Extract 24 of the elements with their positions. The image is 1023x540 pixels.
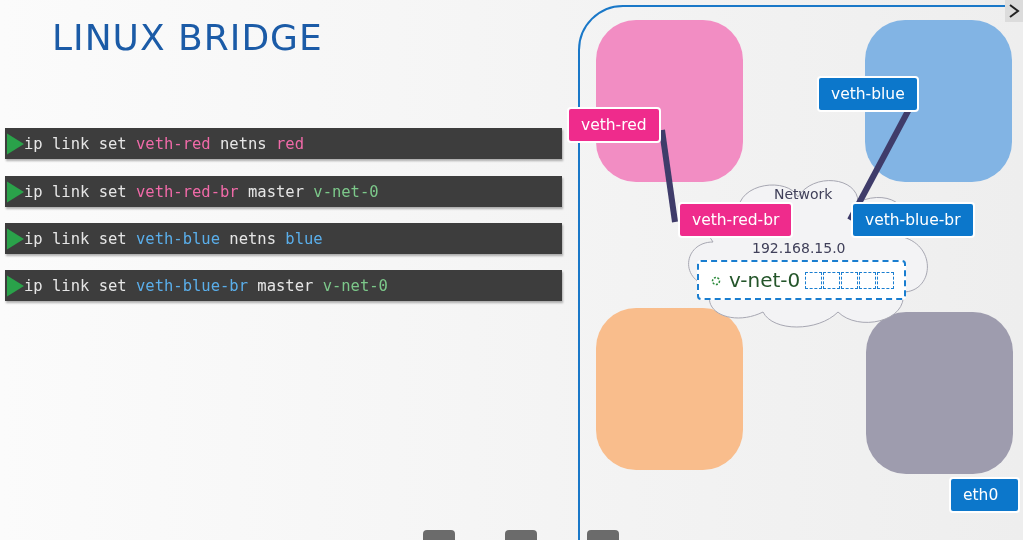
port-slot [841,272,858,289]
command-text: ip link set veth-red-br master v-net-0 [24,182,379,201]
slide-title: LINUX BRIDGE [52,18,324,58]
play-icon [7,180,24,203]
loading-icon [711,276,721,286]
bridge-label: v-net-0 [729,268,801,292]
port-slot [805,272,822,289]
interface-tag: veth-red [567,107,661,143]
network-label: Network [774,186,833,202]
close-icon[interactable] [1005,0,1023,22]
port-slot [823,272,840,289]
command-text: ip link set veth-blue-br master v-net-0 [24,276,388,295]
port-slot [877,272,894,289]
interface-tag: veth-blue-br [851,202,975,238]
interface-tag: veth-red-br [678,202,794,238]
play-icon [7,274,24,297]
interface-tag: eth0 [949,477,1021,513]
command-text: ip link set veth-red netns red [24,134,304,153]
interface-tag: veth-blue [817,76,919,112]
port-slot [859,272,876,289]
subnet-label: 192.168.15.0 [752,240,846,256]
command-text: ip link set veth-blue netns blue [24,229,323,248]
play-icon [7,227,24,250]
play-icon [7,132,24,155]
